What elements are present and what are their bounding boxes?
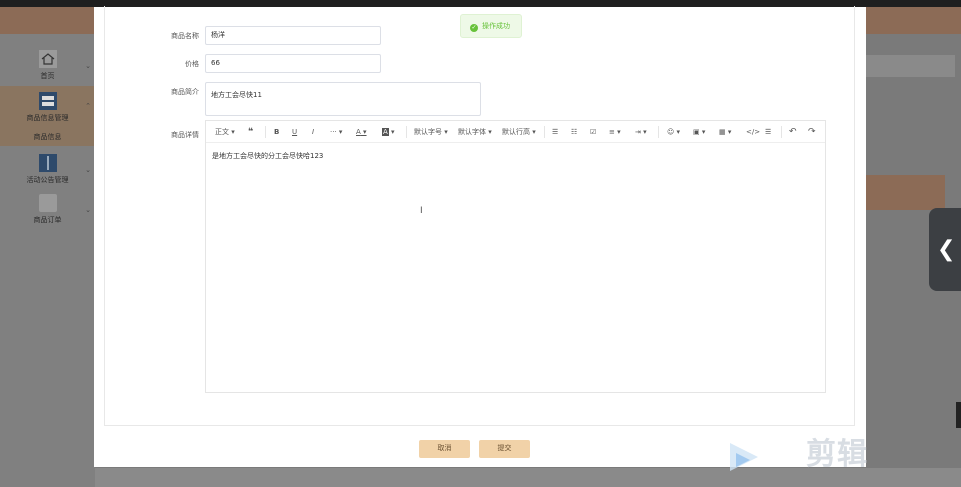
bold-button[interactable]: B [274, 121, 279, 143]
edit-product-dialog: 商品名称 杨洋 价格 66 商品简介 地方工会尽快11 ✓ 操作成功 商品详情 正… [94, 6, 866, 467]
chevron-down-icon: ⌄ [85, 206, 91, 214]
font-size-dropdown[interactable]: 默认字号 ▾ [414, 121, 448, 143]
divider-line-icon[interactable]: ☰ [765, 121, 771, 143]
toast-message: 操作成功 [482, 22, 510, 30]
more-styles-dropdown[interactable]: ··· ▾ [330, 121, 342, 143]
sidebar-item-home[interactable]: 首页 ⌄ [0, 50, 95, 86]
sidebar-item-label: 商品订单 [33, 216, 62, 224]
product-name-input[interactable]: 杨洋 [205, 26, 381, 45]
emoji-dropdown-icon[interactable]: ☺ ▾ [667, 121, 680, 143]
book-icon [38, 154, 57, 172]
collapse-panel-button[interactable]: ❮ [929, 208, 961, 291]
check-circle-icon: ✓ [470, 24, 478, 32]
background-banner [855, 175, 945, 210]
todo-list-icon[interactable]: ☑ [590, 121, 596, 143]
sidebar-item-label: 首页 [40, 72, 55, 80]
sidebar-item-announcements[interactable]: 活动公告管理 ⌄ [0, 154, 95, 190]
order-icon [38, 194, 57, 212]
sidebar-item-product-management[interactable]: 商品信息管理 ⌃ [0, 86, 95, 128]
italic-button[interactable]: I [312, 121, 314, 143]
product-intro-textarea[interactable]: 地方工会尽快11 [205, 82, 481, 116]
text-cursor-icon: Ⅰ [420, 206, 423, 216]
sidebar-subitem-product-info[interactable]: 商品信息 [0, 128, 95, 146]
undo-icon[interactable]: ↶ [789, 121, 797, 143]
home-icon [38, 50, 57, 68]
chevron-up-icon: ⌃ [85, 102, 91, 110]
chevron-left-icon: ❮ [937, 237, 956, 262]
code-icon[interactable]: </> [746, 121, 760, 143]
sidebar-item-orders[interactable]: 商品订单 ⌄ [0, 194, 95, 230]
sidebar-item-label: 活动公告管理 [26, 176, 69, 184]
sidebar-item-label: 商品信息管理 [26, 114, 69, 122]
rich-text-editor: 正文 ▾ ❝ B U I ··· ▾ A ▾ A ▾ 默认字号 ▾ 默认字体 ▾… [205, 120, 826, 393]
toolbar-divider [406, 126, 407, 138]
indent-dropdown-icon[interactable]: ⇥ ▾ [635, 121, 647, 143]
paragraph-style-dropdown[interactable]: 正文 ▾ [215, 121, 235, 143]
align-dropdown-icon[interactable]: ≡ ▾ [609, 121, 621, 143]
font-color-dropdown[interactable]: A ▾ [356, 121, 367, 143]
product-detail-label: 商品详情 [171, 131, 199, 139]
editor-content[interactable]: 是地方工会尽快的分工会尽快哈123 [212, 151, 323, 161]
editor-toolbar: 正文 ▾ ❝ B U I ··· ▾ A ▾ A ▾ 默认字号 ▾ 默认字体 ▾… [206, 121, 825, 143]
background-color-dropdown[interactable]: A ▾ [382, 121, 395, 143]
numbered-list-icon[interactable]: ☷ [571, 121, 577, 143]
cancel-button[interactable]: 取消 [419, 440, 470, 458]
bulleted-list-icon[interactable]: ☰ [552, 121, 558, 143]
font-family-dropdown[interactable]: 默认字体 ▾ [458, 121, 492, 143]
sidebar: 首页 ⌄ 商品信息管理 ⌃ 商品信息 活动公告管理 ⌄ 商品订单 ⌄ [0, 34, 95, 487]
watermark-logo-icon [730, 443, 758, 471]
chevron-down-icon: ⌄ [85, 166, 91, 174]
product-form: 商品名称 杨洋 价格 66 商品简介 地方工会尽快11 ✓ 操作成功 商品详情 正… [104, 6, 855, 426]
background-bar [855, 55, 955, 77]
quote-button[interactable]: ❝ [248, 121, 253, 143]
redo-icon[interactable]: ↷ [808, 121, 816, 143]
price-label: 价格 [185, 60, 199, 68]
server-icon [38, 92, 57, 110]
submit-button[interactable]: 提交 [479, 440, 530, 458]
toolbar-divider [544, 126, 545, 138]
toolbar-divider [265, 126, 266, 138]
watermark-text: 剪辑 [806, 437, 868, 472]
watermark: 剪辑 [728, 435, 918, 477]
image-dropdown-icon[interactable]: ▣ ▾ [693, 121, 705, 143]
table-dropdown-icon[interactable]: ▦ ▾ [719, 121, 731, 143]
product-name-label: 商品名称 [171, 32, 199, 40]
price-input[interactable]: 66 [205, 54, 381, 73]
toolbar-divider [658, 126, 659, 138]
underline-button[interactable]: U [292, 121, 297, 143]
product-intro-label: 商品简介 [171, 88, 199, 96]
success-toast: ✓ 操作成功 [460, 14, 522, 38]
line-height-dropdown[interactable]: 默认行高 ▾ [502, 121, 536, 143]
toolbar-divider [781, 126, 782, 138]
side-marker [956, 402, 961, 428]
chevron-down-icon: ⌄ [85, 62, 91, 70]
